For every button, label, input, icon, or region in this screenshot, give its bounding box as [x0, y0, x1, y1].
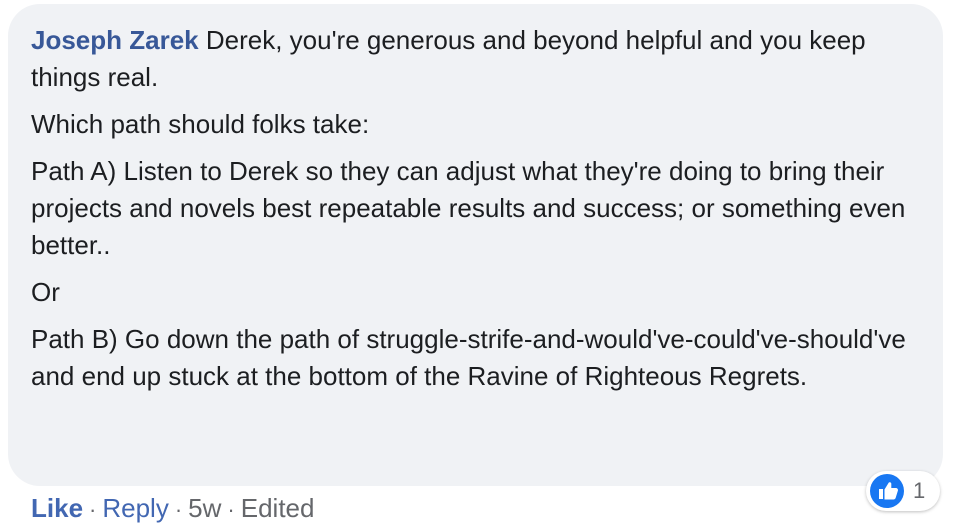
comment-paragraph-path-b: Path B) Go down the path of struggle-str… — [31, 324, 906, 391]
like-button[interactable]: Like — [31, 493, 83, 523]
comment-actions: Like · Reply · 5w · Edited — [31, 492, 314, 524]
reaction-summary[interactable]: 1 — [866, 471, 940, 511]
separator-dot: · — [227, 497, 235, 522]
comment-bubble: Joseph Zarek Derek, you're generous and … — [8, 4, 943, 486]
comment-paragraph-or: Or — [31, 277, 60, 307]
thumbs-up-icon — [870, 474, 904, 508]
comment-first-paragraph: Joseph Zarek Derek, you're generous and … — [31, 22, 919, 96]
separator-dot: · — [174, 497, 183, 522]
comment-timestamp[interactable]: 5w — [188, 493, 221, 523]
reaction-count: 1 — [913, 478, 926, 503]
comment-paragraph-path-a: Path A) Listen to Derek so they can adju… — [31, 156, 906, 260]
comment-author-name[interactable]: Joseph Zarek — [31, 25, 199, 55]
reply-button[interactable]: Reply — [102, 493, 168, 523]
edited-label[interactable]: Edited — [241, 493, 315, 523]
comment-paragraph-question: Which path should folks take: — [31, 109, 370, 139]
comment-container: Joseph Zarek Derek, you're generous and … — [0, 0, 956, 524]
separator-dot: · — [89, 497, 97, 522]
